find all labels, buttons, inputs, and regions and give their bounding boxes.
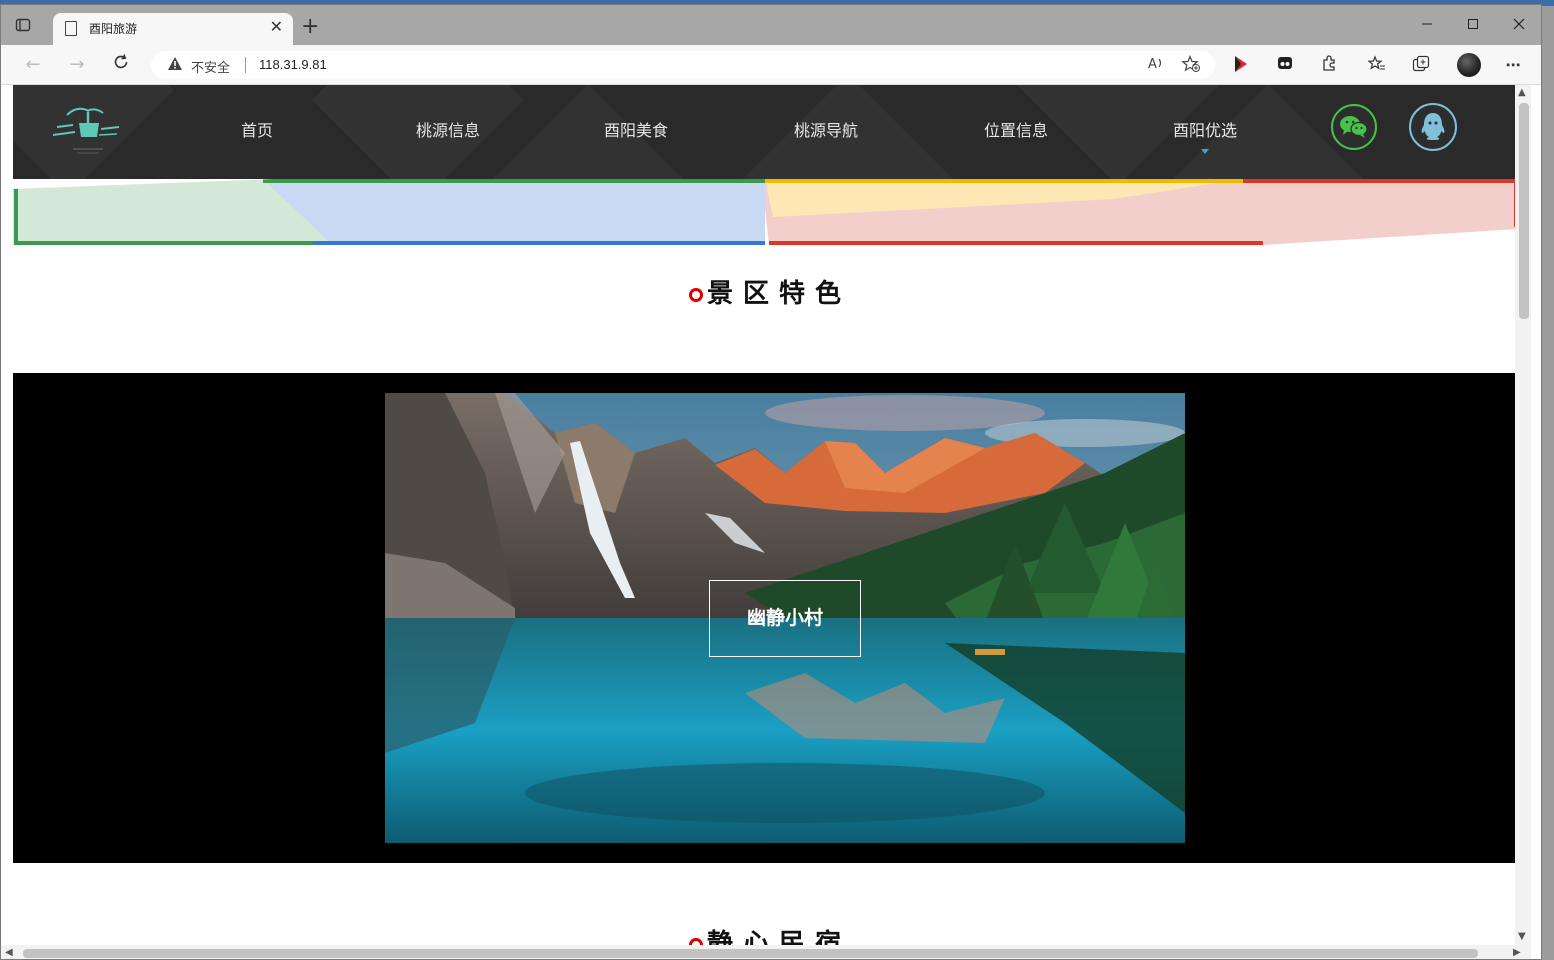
add-favorite-icon[interactable]	[1181, 54, 1201, 77]
nav-taoyuan-guide[interactable]: 桃源导航	[794, 117, 858, 141]
site-logo[interactable]	[52, 105, 123, 159]
read-aloud-icon[interactable]: A	[1147, 55, 1165, 75]
horizontal-scroll-thumb[interactable]	[23, 949, 1478, 958]
title-bullet-icon	[688, 938, 703, 945]
vertical-scroll-thumb[interactable]	[1519, 103, 1529, 319]
section-title-features: 景区特色	[13, 273, 1527, 310]
tab-actions-icon[interactable]	[13, 17, 33, 37]
warning-icon[interactable]	[167, 56, 183, 75]
scenic-gallery: 幽静小村	[13, 373, 1527, 863]
wechat-icon[interactable]	[1331, 104, 1377, 150]
minimize-button[interactable]	[1417, 15, 1437, 35]
forward-icon[interactable]: →	[65, 53, 89, 77]
qq-icon[interactable]	[1409, 103, 1457, 151]
section-title-homestay: 静心民宿	[13, 923, 1527, 945]
nav-youyang-select[interactable]: 酉阳优选	[1173, 117, 1237, 141]
favorites-icon[interactable]	[1367, 55, 1387, 75]
address-separator	[245, 57, 246, 73]
browser-toolbar: ← → 不安全 118.31.9.81 A ⋯	[1, 45, 1541, 85]
browser-window: 酉阳旅游 ✕ + ← → 不安全 118.31.9.81 A ⋯ 首页 桃源信息…	[0, 4, 1542, 960]
page-icon	[65, 21, 77, 36]
section-title-text: 景区特色	[706, 279, 851, 309]
more-menu-icon[interactable]: ⋯	[1503, 55, 1523, 75]
scroll-left-icon[interactable]: ◀	[5, 947, 13, 958]
page-viewport: 首页 桃源信息 酉阳美食 桃源导航 位置信息 酉阳优选 景区特色 幽静小村 静心…	[13, 85, 1527, 945]
vertical-scrollbar[interactable]: ▲ ▼	[1515, 85, 1531, 947]
address-bar[interactable]: 不安全 118.31.9.81 A	[151, 51, 1215, 79]
maximize-button[interactable]	[1463, 15, 1483, 35]
nav-taoyuan-info[interactable]: 桃源信息	[416, 117, 480, 141]
nav-youyang-food[interactable]: 酉阳美食	[604, 117, 668, 141]
profile-avatar[interactable]	[1457, 53, 1481, 77]
tab-title: 酉阳旅游	[89, 22, 138, 36]
collections-icon[interactable]	[1411, 55, 1431, 75]
horizontal-scrollbar[interactable]: ◀ ▶	[1, 945, 1531, 959]
gallery-caption[interactable]: 幽静小村	[709, 580, 861, 657]
title-bullet-icon	[688, 288, 703, 302]
nav-location-info[interactable]: 位置信息	[984, 117, 1048, 141]
scroll-right-icon[interactable]: ▶	[1513, 947, 1521, 958]
extension-red-icon[interactable]	[1231, 55, 1251, 75]
scroll-down-icon[interactable]: ▼	[1518, 931, 1526, 942]
scroll-up-icon[interactable]: ▲	[1518, 87, 1526, 98]
scenic-image-lake[interactable]: 幽静小村	[385, 393, 1185, 843]
tab-close-icon[interactable]: ✕	[270, 17, 283, 36]
back-icon[interactable]: ←	[21, 53, 45, 77]
extensions-icon[interactable]	[1319, 55, 1339, 75]
insecure-label: 不安全	[191, 61, 231, 76]
close-window-button[interactable]	[1509, 15, 1529, 35]
site-header: 首页 桃源信息 酉阳美食 桃源导航 位置信息 酉阳优选	[13, 85, 1517, 179]
section-title-text: 静心民宿	[706, 929, 851, 945]
extension-dark-icon[interactable]	[1275, 55, 1295, 75]
new-tab-button[interactable]: +	[301, 16, 319, 38]
color-banner	[13, 179, 1527, 249]
nav-home[interactable]: 首页	[241, 117, 273, 141]
browser-tab[interactable]: 酉阳旅游 ✕	[53, 13, 293, 45]
title-bar: 酉阳旅游 ✕ +	[1, 5, 1541, 45]
active-nav-indicator-icon	[1201, 149, 1209, 154]
refresh-icon[interactable]	[109, 53, 133, 77]
url-text[interactable]: 118.31.9.81	[259, 57, 327, 72]
svg-text:A: A	[1148, 57, 1157, 71]
